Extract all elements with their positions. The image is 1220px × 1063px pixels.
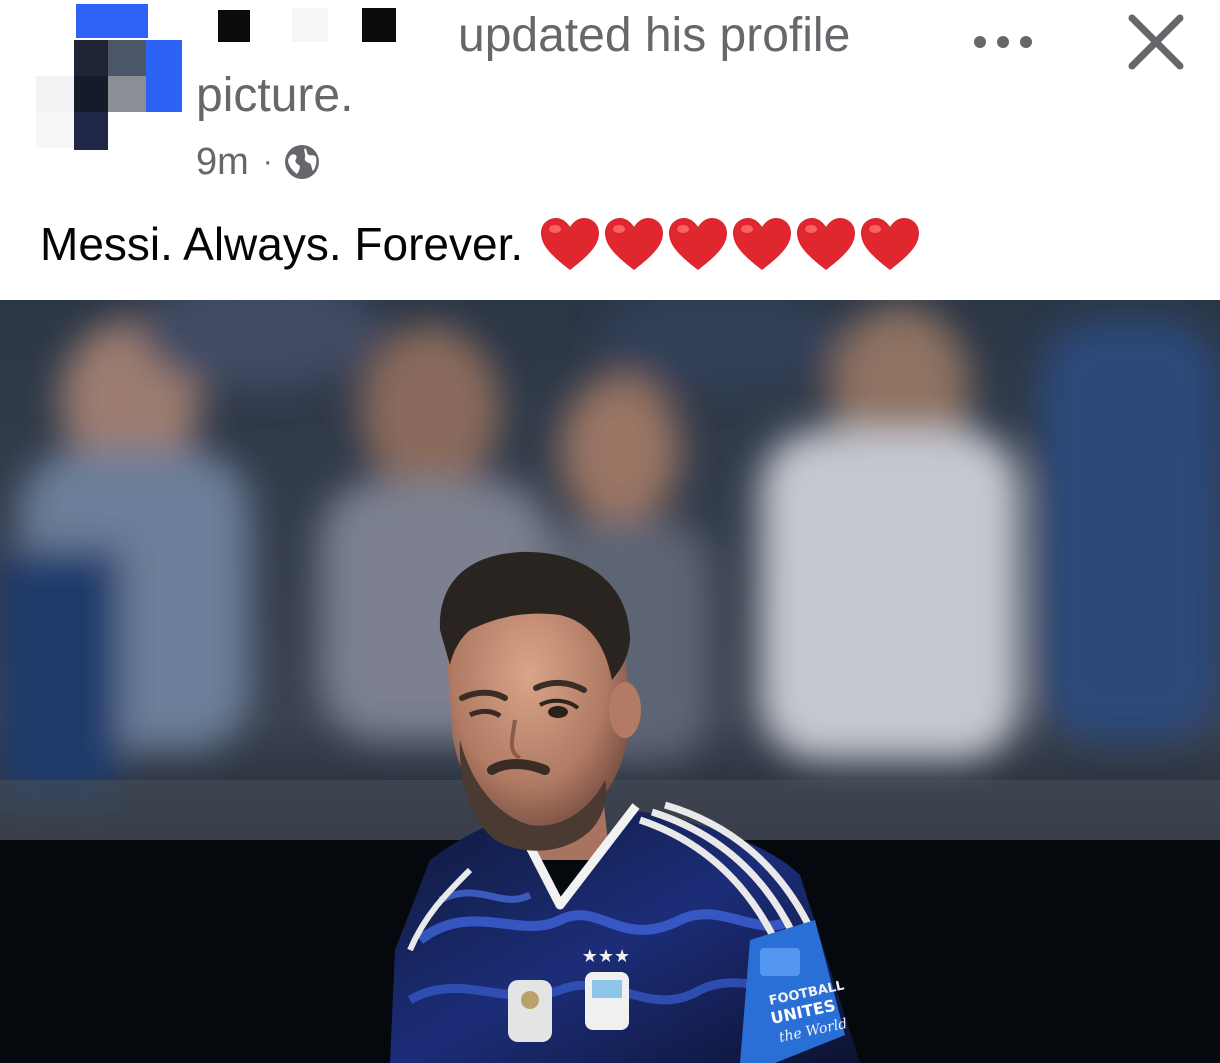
close-icon[interactable] [1120, 6, 1192, 78]
avatar[interactable] [34, 4, 184, 152]
svg-text:★★★: ★★★ [582, 946, 630, 967]
heart-emoji-icon [733, 218, 792, 270]
heart-emoji-icon [605, 218, 664, 270]
post-header: updated his profile picture. 9m · Messi.… [0, 0, 1220, 300]
post-caption: Messi. Always. Forever. [40, 216, 921, 272]
heart-emoji-icon [797, 218, 856, 270]
post-action-text: updated his profile [458, 9, 851, 62]
post-action-text-continued: picture. [196, 69, 354, 122]
redacted-name-block [292, 8, 328, 42]
meta-separator: · [262, 145, 273, 178]
heart-emoji-icon [541, 218, 600, 270]
redacted-name-block[interactable] [362, 8, 396, 42]
post-timestamp[interactable]: 9m [196, 140, 249, 184]
heart-emoji-row [537, 216, 921, 272]
heart-emoji-icon [669, 218, 728, 270]
post-meta: 9m · [196, 140, 321, 184]
heart-emoji-icon [861, 218, 920, 270]
post-caption-text: Messi. Always. Forever. [40, 218, 524, 270]
redacted-name-block[interactable] [218, 10, 250, 42]
globe-icon[interactable] [283, 143, 321, 181]
post-photo[interactable]: ★★★ FOOTBALL UNITES the World [0, 300, 1220, 1063]
more-horizontal-icon[interactable] [968, 22, 1038, 62]
